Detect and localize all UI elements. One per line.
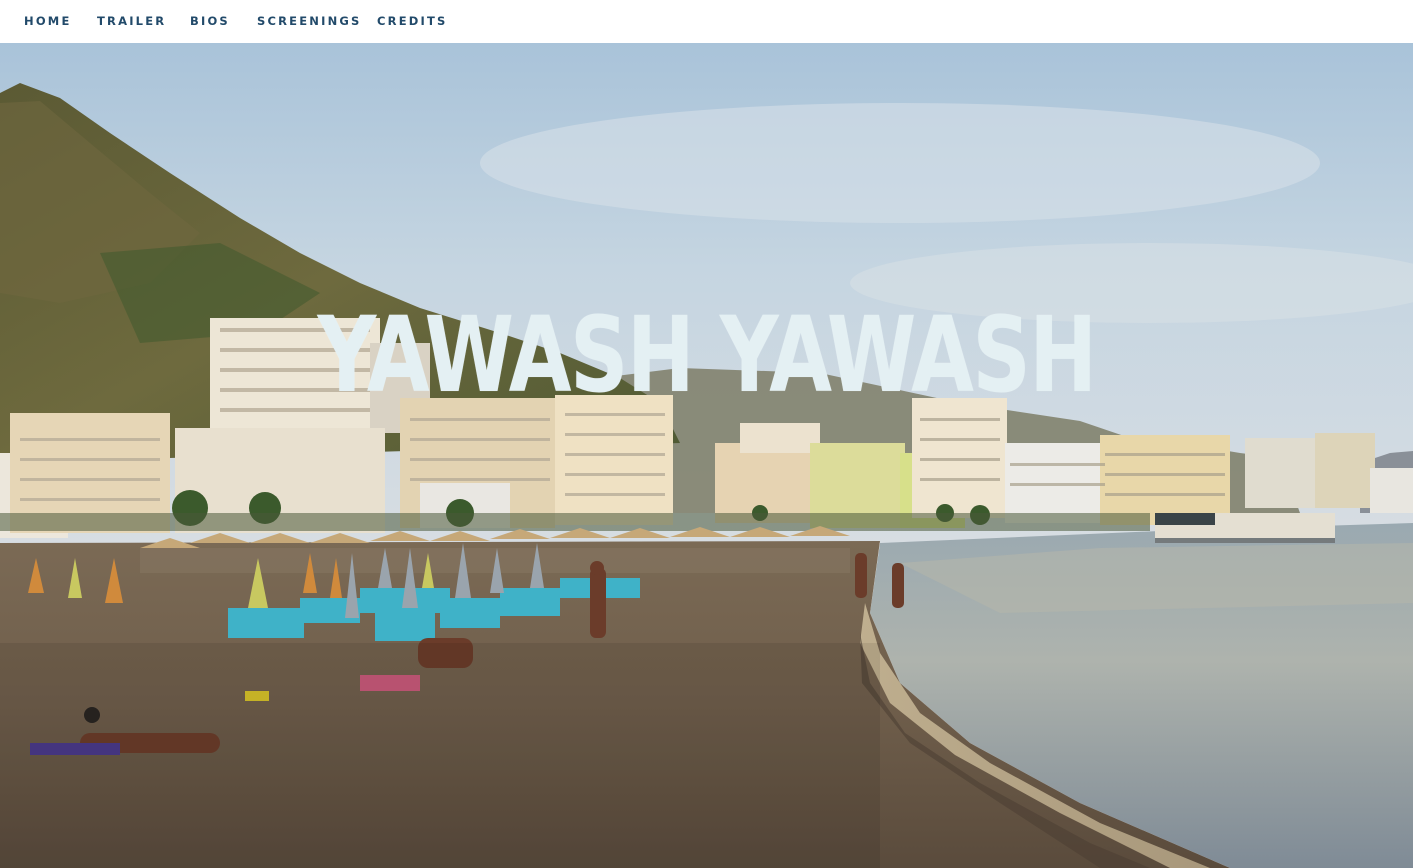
hero-section: YAWASH YAWASH — [0, 43, 1413, 868]
nav-trailer-link[interactable]: TRAILER — [97, 12, 166, 30]
film-title: YAWASH YAWASH — [317, 294, 1097, 416]
nav-bios-link[interactable]: BIOS — [190, 12, 230, 30]
nav-credits-link[interactable]: CREDITS — [377, 12, 448, 30]
nav-home-link[interactable]: HOME — [24, 12, 72, 30]
hero-background-image — [0, 43, 1413, 868]
top-navigation: HOME TRAILER BIOS SCREENINGS CREDITS — [0, 0, 1413, 43]
nav-screenings-link[interactable]: SCREENINGS — [257, 12, 362, 30]
